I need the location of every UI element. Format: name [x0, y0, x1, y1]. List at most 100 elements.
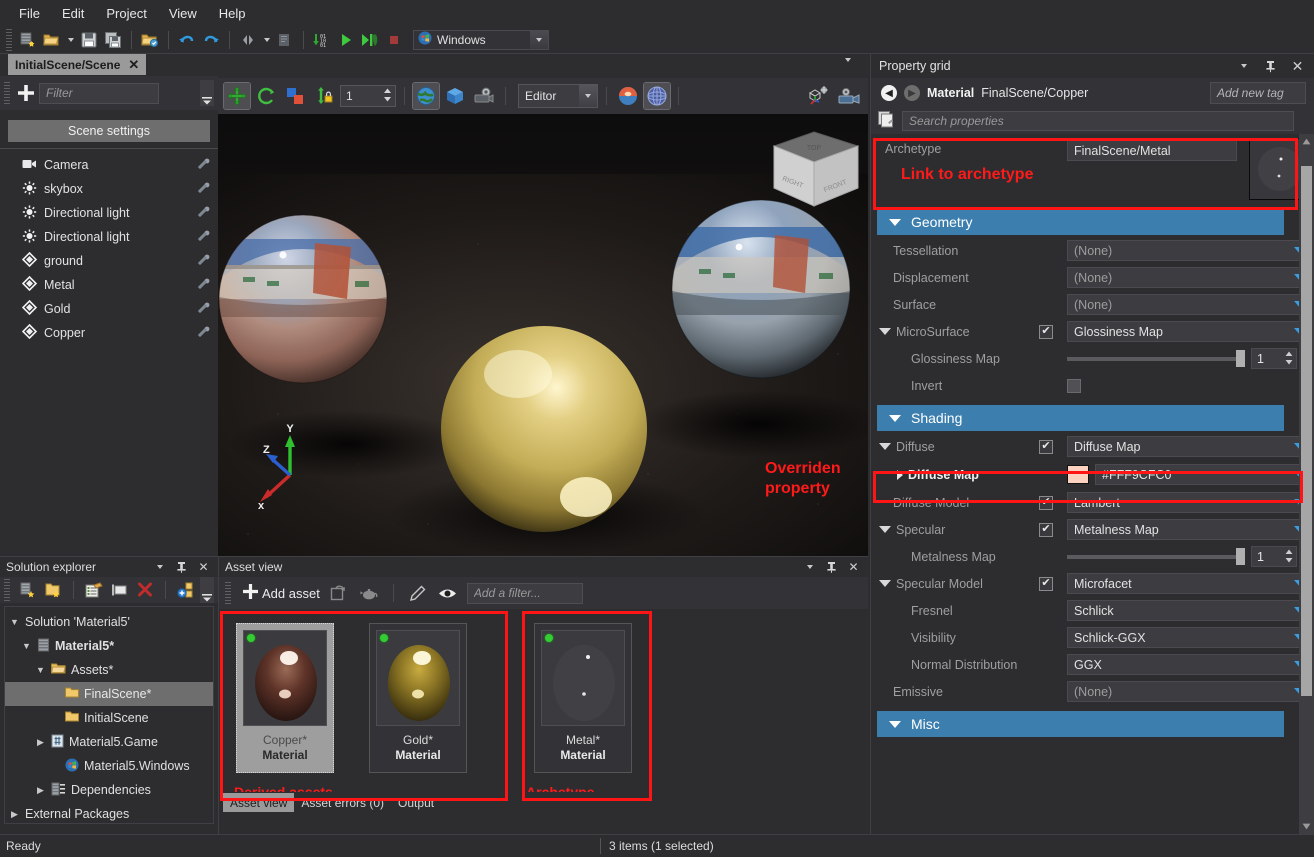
- property-grid-scrollbar[interactable]: [1299, 134, 1314, 834]
- wrench-icon[interactable]: [198, 302, 210, 317]
- twisty-down-icon[interactable]: [879, 328, 891, 335]
- twisty-right-icon[interactable]: ▶: [35, 737, 46, 748]
- scene-filter-input[interactable]: [39, 83, 159, 104]
- camera-preview-icon[interactable]: [471, 83, 497, 109]
- asset-card-metal[interactable]: Metal* Material: [534, 623, 632, 773]
- save-icon[interactable]: [78, 29, 100, 51]
- wrench-icon[interactable]: [198, 206, 210, 221]
- twisty-right-icon[interactable]: [897, 470, 903, 480]
- emissive-combo[interactable]: (None): [1067, 681, 1313, 702]
- invert-checkbox[interactable]: [1067, 379, 1081, 393]
- solution-overflow-icon[interactable]: [200, 577, 214, 603]
- cube-icon[interactable]: [442, 83, 468, 109]
- eye-icon[interactable]: [437, 582, 459, 604]
- close-icon[interactable]: ✕: [1291, 60, 1304, 73]
- search-properties-input[interactable]: [902, 111, 1294, 131]
- stop-icon[interactable]: [383, 29, 405, 51]
- tab-initialscene-scene[interactable]: InitialScene/Scene ✕: [8, 54, 146, 75]
- material-preview-icon[interactable]: [615, 83, 641, 109]
- entity-row-directional-light-1[interactable]: Directional light: [0, 201, 218, 225]
- archetype-value-field[interactable]: FinalScene/Metal: [1067, 140, 1237, 161]
- specular-combo[interactable]: Metalness Map: [1067, 519, 1313, 540]
- twisty-down-icon[interactable]: [879, 443, 891, 450]
- platform-combo[interactable]: Windows: [413, 30, 549, 50]
- microsurface-combo[interactable]: Glossiness Map: [1067, 321, 1313, 342]
- new-folder-icon[interactable]: [42, 579, 64, 601]
- save-all-icon[interactable]: [102, 29, 124, 51]
- build-icon[interactable]: [237, 29, 259, 51]
- twisty-down-icon[interactable]: ▼: [21, 641, 32, 651]
- rotate-gizmo-icon[interactable]: [253, 83, 279, 109]
- close-icon[interactable]: ✕: [197, 561, 210, 574]
- undo-icon[interactable]: [176, 29, 198, 51]
- entity-row-camera[interactable]: Camera: [0, 153, 218, 177]
- add-new-tag-input[interactable]: Add new tag: [1210, 82, 1306, 104]
- diffuse-color-input[interactable]: #FFF9CFC0: [1095, 464, 1313, 485]
- copy-properties-icon[interactable]: [877, 110, 896, 132]
- navigate-forward-icon[interactable]: ▶: [904, 85, 920, 101]
- add-asset-button[interactable]: Add asset: [242, 583, 320, 603]
- tree-item-assets[interactable]: ▼ Assets*: [5, 658, 213, 682]
- reimport-icon[interactable]: [328, 582, 350, 604]
- entity-row-ground[interactable]: ground: [0, 249, 218, 273]
- asset-toolbar-grip[interactable]: [225, 582, 231, 604]
- entity-row-metal[interactable]: Metal: [0, 273, 218, 297]
- scroll-down-icon[interactable]: [1299, 819, 1314, 834]
- microsurface-checkbox[interactable]: [1039, 325, 1053, 339]
- wrench-icon[interactable]: [198, 326, 210, 341]
- solution-toolbar-grip[interactable]: [4, 579, 10, 601]
- open-folder-icon[interactable]: [139, 29, 161, 51]
- code-icon[interactable]: [274, 29, 296, 51]
- pin-icon[interactable]: [1264, 60, 1277, 73]
- pin-icon[interactable]: [825, 561, 838, 574]
- tree-item-solution[interactable]: ▼ Solution 'Material5': [5, 610, 213, 634]
- wrench-icon[interactable]: [198, 230, 210, 245]
- viewport-tabstrip-chevron-icon[interactable]: [845, 58, 851, 62]
- stepper-arrows-icon[interactable]: [383, 88, 392, 102]
- scrollbar-thumb[interactable]: [1301, 166, 1312, 696]
- specular-model-combo[interactable]: Microfacet: [1067, 573, 1313, 594]
- twisty-down-icon[interactable]: [889, 219, 901, 226]
- group-header-shading[interactable]: Shading: [877, 405, 1284, 431]
- add-entity-icon[interactable]: [13, 80, 39, 106]
- asset-filter-input[interactable]: [467, 583, 583, 604]
- asset-card-gold[interactable]: Gold* Material: [369, 623, 467, 773]
- chevron-down-icon[interactable]: [579, 85, 597, 107]
- snap-icon[interactable]: [311, 83, 337, 109]
- tree-item-material5-game[interactable]: ▶ Material5.Game: [5, 730, 213, 754]
- entity-row-directional-light-2[interactable]: Directional light: [0, 225, 218, 249]
- entity-row-gold[interactable]: Gold: [0, 297, 218, 321]
- scroll-up-icon[interactable]: [1299, 134, 1314, 149]
- wireframe-globe-icon[interactable]: [644, 83, 670, 109]
- add-package-icon[interactable]: [175, 579, 197, 601]
- slider-thumb[interactable]: [1236, 548, 1245, 565]
- twisty-down-icon[interactable]: [889, 415, 901, 422]
- twisty-down-icon[interactable]: [879, 580, 891, 587]
- navigate-back-icon[interactable]: ◀: [881, 85, 897, 101]
- new-solution-icon[interactable]: [17, 579, 39, 601]
- menu-item-view[interactable]: View: [158, 2, 208, 25]
- specular-checkbox[interactable]: [1039, 523, 1053, 537]
- diffuse-model-combo[interactable]: Lambert: [1067, 492, 1313, 513]
- wrench-icon[interactable]: [198, 254, 210, 269]
- displacement-combo[interactable]: (None): [1067, 267, 1313, 288]
- scene-toolbar-grip[interactable]: [4, 82, 10, 104]
- twisty-down-icon[interactable]: ▼: [9, 617, 20, 627]
- menu-item-project[interactable]: Project: [95, 2, 157, 25]
- entity-row-copper[interactable]: Copper: [0, 321, 218, 345]
- 3d-viewport[interactable]: Y x Z TOP RIGHT FRONT Overriden property: [218, 114, 868, 556]
- scene-settings-button[interactable]: Scene settings: [8, 120, 210, 142]
- chevron-down-icon[interactable]: [803, 561, 816, 574]
- surface-combo[interactable]: (None): [1067, 294, 1313, 315]
- diffuse-color-swatch[interactable]: [1067, 465, 1089, 484]
- chevron-down-icon[interactable]: [261, 29, 272, 51]
- normal-distribution-combo[interactable]: GGX: [1067, 654, 1313, 675]
- chevron-down-icon[interactable]: [530, 31, 548, 49]
- render-mode-combo[interactable]: Editor: [518, 84, 598, 108]
- wrench-icon[interactable]: [198, 278, 210, 293]
- tree-item-dependencies[interactable]: ▶ Dependencies: [5, 778, 213, 802]
- specular-model-checkbox[interactable]: [1039, 577, 1053, 591]
- open-project-icon[interactable]: [41, 29, 63, 51]
- download-binary-icon[interactable]: 011001: [311, 29, 333, 51]
- close-icon[interactable]: ✕: [847, 561, 860, 574]
